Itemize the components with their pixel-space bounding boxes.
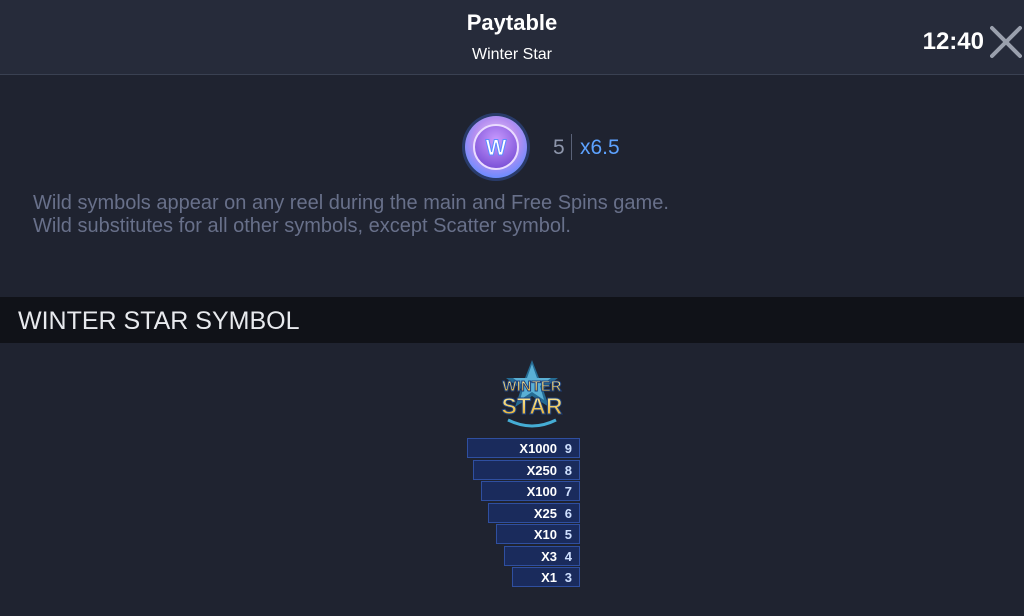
wild-letter: W (486, 135, 507, 160)
pay-multiplier: X3 (541, 548, 557, 564)
close-button[interactable] (990, 24, 1022, 60)
pay-row: X100 7 (481, 481, 580, 501)
pay-multiplier: X100 (526, 484, 557, 499)
pay-multiplier: X250 (526, 462, 557, 478)
pay-count: 8 (564, 462, 572, 478)
wild-description: Wild symbols appear on any reel during t… (33, 192, 669, 238)
wild-pay-count: 5 (553, 136, 565, 159)
logo-line-2: STAR (502, 393, 563, 419)
section-title: WINTER STAR SYMBOL (18, 307, 300, 335)
pay-count: 3 (564, 570, 572, 585)
header-bar: Paytable Winter Star 12:40 (0, 0, 1024, 75)
section-header: WINTER STAR SYMBOL (0, 297, 1024, 343)
pay-count: 6 (564, 505, 572, 521)
pay-multiplier: X1000 (519, 441, 557, 456)
page-title: Paytable (466, 10, 558, 35)
pay-multiplier: X1 (541, 570, 557, 585)
pay-row: X10 5 (496, 524, 580, 544)
pay-row: X1 3 (512, 567, 580, 587)
wild-symbol-row: W 5 x6.5 (0, 110, 1024, 182)
pay-row: X1000 9 (467, 438, 580, 458)
winter-star-logo-icon: WINTER STAR (492, 358, 572, 432)
close-icon (990, 26, 1022, 58)
pay-row: X25 6 (488, 502, 580, 523)
clock-display: 12:40 (922, 28, 984, 55)
pay-separator (571, 134, 572, 160)
pay-count: 9 (564, 441, 572, 456)
wild-pay-multiplier: x6.5 (580, 136, 620, 159)
pay-count: 7 (564, 484, 572, 499)
pay-multiplier: X10 (533, 527, 557, 542)
pay-multiplier: X25 (533, 505, 557, 521)
game-subtitle: Winter Star (471, 46, 552, 63)
pay-count: 4 (564, 548, 572, 564)
pay-row: X3 4 (504, 545, 580, 566)
wild-coin-icon: W (461, 112, 531, 182)
pay-row: X250 8 (473, 459, 580, 480)
pay-count: 5 (564, 527, 572, 542)
wild-description-line-2: Wild substitutes for all other symbols, … (33, 215, 571, 237)
wild-description-line-1: Wild symbols appear on any reel during t… (33, 192, 669, 214)
